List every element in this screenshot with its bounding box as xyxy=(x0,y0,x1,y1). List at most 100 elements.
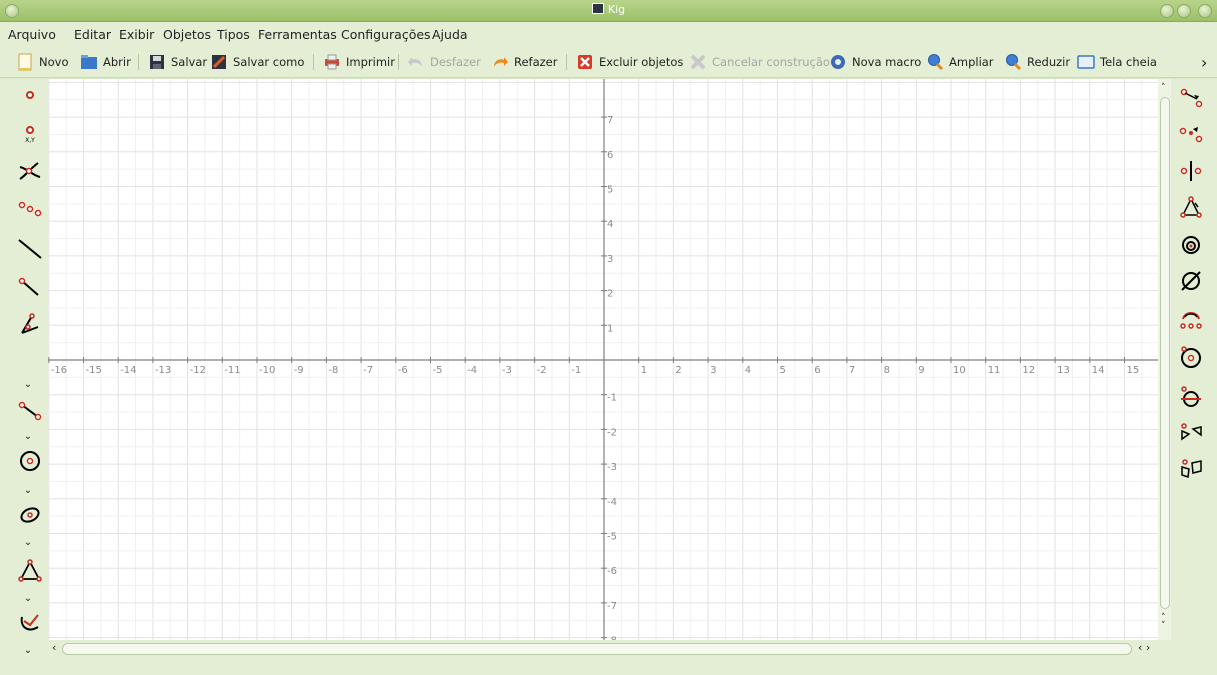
chevron-down-icon[interactable]: ⌄ xyxy=(20,645,36,657)
segment-group-tool[interactable] xyxy=(16,397,44,425)
menu-arquivo[interactable]: Arquivo xyxy=(8,27,56,42)
similitude-tool[interactable] xyxy=(1177,419,1205,447)
circle-icon xyxy=(20,451,40,471)
minimize-icon[interactable] xyxy=(1160,4,1174,18)
midpoint-icon xyxy=(18,201,42,217)
x-tick-label: -9 xyxy=(294,365,304,376)
horizontal-scroll-track[interactable] xyxy=(62,643,1132,655)
angle-tool[interactable] xyxy=(16,311,44,339)
arc-tool[interactable] xyxy=(1177,305,1205,333)
redo-label: Refazer xyxy=(514,55,558,69)
undo-label: Desfazer xyxy=(430,55,481,69)
circle-line-intersection-tool[interactable] xyxy=(1177,383,1205,411)
translation-tool[interactable] xyxy=(1177,83,1205,111)
x-tick-label: 2 xyxy=(675,365,681,376)
menu-objetos[interactable]: Objetos xyxy=(163,27,211,42)
inversion-tool[interactable] xyxy=(1177,267,1205,295)
kig-app-icon xyxy=(591,3,604,14)
menu-editar[interactable]: Editar xyxy=(74,27,111,42)
main-toolbar: Novo Abrir Salvar Salvar como Imprimir D… xyxy=(0,46,1217,78)
conic-tool[interactable] xyxy=(16,501,44,529)
intersection-point-tool[interactable] xyxy=(16,157,44,185)
x-axis-labels: -16 -15 -14 -13 -12 -11 -10 -9 -8 -7 -6 -5 -4 -3 -2 -1 1… xyxy=(51,365,1139,376)
menu-ferramentas[interactable]: Ferramentas xyxy=(258,27,337,42)
zoom-out-icon xyxy=(1006,54,1022,71)
cancel-icon xyxy=(690,54,706,70)
point-reflection-tool[interactable] xyxy=(1177,119,1205,147)
x-tick-label: -11 xyxy=(224,365,240,376)
zoom-out-button[interactable]: Reduzir xyxy=(1004,50,1070,74)
circle-tool[interactable] xyxy=(16,447,44,475)
polygon-tool[interactable] xyxy=(16,557,44,585)
x-tick-label: -8 xyxy=(328,365,338,376)
line-reflection-tool[interactable] xyxy=(1177,157,1205,185)
scroll-up-icon[interactable]: ˄ xyxy=(1161,83,1169,93)
cancel-construction-button[interactable]: Cancelar construção xyxy=(689,50,830,74)
locus-tool[interactable] xyxy=(16,609,44,637)
redo-button[interactable]: Refazer xyxy=(491,50,557,74)
coordinate-grid: -16 -15 -14 -13 -12 -11 -10 -9 -8 -7 -6 -5 -4 -3 -2 -1 1… xyxy=(48,79,1161,640)
scroll-left-right-icon[interactable]: ‹ › xyxy=(1138,641,1150,654)
redo-arrow-icon xyxy=(494,57,508,67)
x-tick-label: -14 xyxy=(120,365,136,376)
point-tool[interactable] xyxy=(16,81,44,109)
toolbar-separator xyxy=(566,54,567,70)
delete-objects-button[interactable]: Excluir objetos xyxy=(576,50,683,74)
segment-icon xyxy=(18,277,39,296)
x-tick-label: 1 xyxy=(641,365,647,376)
left-tool-panel: X,Y ⌄ ⌄ ⌄ ⌄ ⌄ ⌄ xyxy=(0,79,48,665)
y-tick-label: 6 xyxy=(607,150,613,161)
chevron-down-icon[interactable]: ⌄ xyxy=(20,593,36,605)
gear-macro-icon xyxy=(831,55,845,69)
zoom-in-button[interactable]: Ampliar xyxy=(926,50,994,74)
menu-tipos[interactable]: Tipos xyxy=(217,27,250,42)
midpoint-tool[interactable] xyxy=(16,195,44,223)
menu-bar: Arquivo Editar Exibir Objetos Tipos Ferr… xyxy=(0,22,1217,46)
x-tick-label: -10 xyxy=(259,365,275,376)
menu-configuracoes[interactable]: Configurações xyxy=(341,27,431,42)
scaling-tool[interactable] xyxy=(1177,231,1205,259)
x-tick-label: -2 xyxy=(537,365,547,376)
open-button[interactable]: Abrir xyxy=(80,50,131,74)
toolbar-overflow-button[interactable]: › xyxy=(1201,50,1207,74)
toolbar-separator xyxy=(313,54,314,70)
drawing-canvas[interactable]: -16 -15 -14 -13 -12 -11 -10 -9 -8 -7 -6 -5 -4 -3 -2 -1 1… xyxy=(48,79,1161,640)
line-tool[interactable] xyxy=(16,235,44,263)
circle-by-point-tool[interactable] xyxy=(1177,343,1205,371)
chevron-down-icon[interactable]: ⌄ xyxy=(20,537,36,549)
line-reflection-icon xyxy=(1180,161,1202,181)
rotation-tool[interactable] xyxy=(1177,193,1205,221)
maximize-icon[interactable] xyxy=(1177,4,1191,18)
vertical-scroll-track[interactable] xyxy=(1160,97,1170,609)
fullscreen-button[interactable]: Tela cheia xyxy=(1077,50,1157,74)
vertical-scrollbar[interactable]: ˄ ˄ ˅ xyxy=(1158,79,1172,640)
circle-point-icon xyxy=(1181,346,1201,368)
scroll-up-down-icon[interactable]: ˄ ˅ xyxy=(1161,614,1169,634)
menu-exibir[interactable]: Exibir xyxy=(119,27,154,42)
new-macro-button[interactable]: Nova macro xyxy=(829,50,921,74)
similitude-icon xyxy=(1181,423,1202,441)
scroll-left-icon[interactable]: ‹ xyxy=(52,641,56,654)
new-button[interactable]: Novo xyxy=(16,50,68,74)
save-button[interactable]: Salvar xyxy=(148,50,207,74)
chevron-down-icon[interactable]: ⌄ xyxy=(20,485,36,497)
projective-tool[interactable] xyxy=(1177,455,1205,483)
inversion-icon xyxy=(1181,271,1201,291)
point-by-coordinates-tool[interactable]: X,Y xyxy=(16,119,44,147)
toolbar-separator xyxy=(398,54,399,70)
x-tick-label: -3 xyxy=(502,365,512,376)
close-icon[interactable] xyxy=(1198,4,1212,18)
chevron-down-icon[interactable]: ⌄ xyxy=(20,431,36,443)
horizontal-scrollbar[interactable]: ‹ ‹ › xyxy=(48,640,1171,658)
toolbar-separator xyxy=(138,54,139,70)
angle-icon xyxy=(21,313,39,334)
menu-ajuda[interactable]: Ajuda xyxy=(432,27,468,42)
save-as-button[interactable]: Salvar como xyxy=(210,50,304,74)
print-button[interactable]: Imprimir xyxy=(323,50,395,74)
segment-tool[interactable] xyxy=(16,273,44,301)
delete-icon xyxy=(578,55,592,69)
window-title: Kig xyxy=(0,3,1217,16)
undo-button[interactable]: Desfazer xyxy=(407,50,481,74)
x-tick-label: -1 xyxy=(571,365,581,376)
chevron-down-icon[interactable]: ⌄ xyxy=(20,379,36,391)
